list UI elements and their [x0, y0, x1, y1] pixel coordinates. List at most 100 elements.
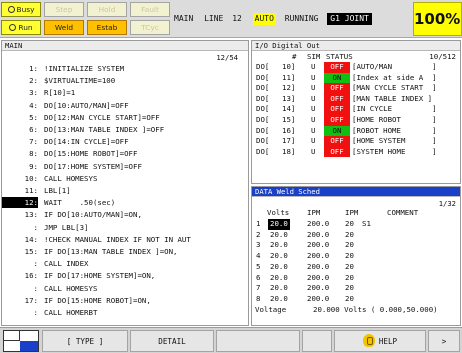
program-line[interactable]: 1: !INITIALIZE SYSTEM	[2, 63, 248, 74]
io-number: 16]	[282, 125, 296, 135]
line-text: CALL HOMERBT	[44, 308, 98, 317]
weld-row[interactable]: 7 20.0 200.0 20	[252, 283, 460, 294]
weld-row[interactable]: 6 20.0 200.0 20	[252, 273, 460, 284]
io-status-badge[interactable]: ON	[324, 72, 350, 84]
program-position: 12/54	[216, 53, 238, 62]
weld-index: 3	[256, 240, 261, 250]
io-type: DO[	[256, 115, 270, 124]
weld-row[interactable]: 3 20.0 200.0 20	[252, 240, 460, 251]
program-line[interactable]: : JMP LBL[3]	[2, 222, 248, 233]
io-row[interactable]: DO[12] U [MAN CYCLE START ] OFF	[252, 83, 460, 94]
io-status-badge[interactable]: OFF	[324, 62, 350, 73]
status-bar: Busy Step Hold Fault Run Weld Estab TCyc…	[0, 0, 462, 38]
function-key-bar: [ TYPE ] DETAIL HELP >	[0, 327, 462, 353]
weld-schedule-panel[interactable]: DATA Weld Sched 1/32 Volts IPM IPM COMME…	[251, 186, 461, 326]
weld-footer: Voltage 20.000 Volts ( 0.000,50.000)	[252, 305, 460, 315]
line-number: 12:	[2, 197, 38, 209]
weld-row[interactable]: 2 20.0 200.0 20	[252, 230, 460, 241]
io-row[interactable]: DO[13] U [MAN TABLE INDEX ] OFF	[252, 93, 460, 105]
line-text: IF DO[15:HOME ROBOT]=ON,	[44, 295, 151, 305]
program-line[interactable]: : CALL HOMERBT	[2, 307, 248, 318]
program-line[interactable]: 6: DO[13:MAN TABLE INDEX ]=OFF	[2, 124, 248, 135]
window-split-icon[interactable]	[3, 330, 39, 352]
f1-type-button[interactable]: [ TYPE ]	[42, 330, 128, 352]
program-line[interactable]: 14: !CHECK MANUAL INDEX IF NOT IN AUT	[2, 234, 248, 245]
program-line[interactable]: 16: IF DO[17:HOME SYSTEM]=ON,	[2, 270, 248, 281]
io-row[interactable]: DO[17] U [HOME SYSTEM ] OFF	[252, 136, 460, 147]
io-sim: U	[311, 83, 316, 93]
io-status-badge[interactable]: OFF	[324, 83, 350, 94]
weld-volts: 20.0	[270, 229, 288, 239]
program-line[interactable]: 11: LBL[1]	[2, 185, 248, 196]
run-circle-icon	[9, 24, 17, 31]
weld-volts: 20.0	[270, 251, 288, 261]
io-header-status: STATUS	[326, 52, 353, 61]
next-page-button[interactable]: >	[428, 330, 460, 352]
io-sim: U	[311, 146, 316, 156]
program-line[interactable]: 15: IF DO[13:MAN TABLE INDEX ]=ON,	[2, 246, 248, 257]
io-row[interactable]: DO[15] U [HOME ROBOT ] OFF	[252, 115, 460, 126]
program-line[interactable]: 10: CALL HOMESYS	[2, 173, 248, 184]
weld-row[interactable]: 4 20.0 200.0 20	[252, 251, 460, 262]
busy-circle-icon	[7, 6, 15, 13]
io-sim: U	[311, 136, 316, 146]
program-line[interactable]: 4: DO[10:AUTO/MAN]=OFF	[2, 100, 248, 111]
weld-header-ipm1: IPM	[307, 208, 321, 217]
io-row[interactable]: DO[14] U [IN CYCLE ] OFF	[252, 104, 460, 115]
io-sim: U	[311, 62, 316, 71]
f4-button[interactable]	[302, 330, 332, 352]
io-type: DO[	[256, 125, 270, 135]
weld-row[interactable]: 1 20.0 200.0 20 S1	[252, 219, 460, 230]
io-status-badge[interactable]: OFF	[324, 146, 350, 158]
program-line[interactable]: 3: R[10]=1	[2, 87, 248, 98]
program-editor-panel[interactable]: MAIN 12/54 1: !INITIALIZE SYSTEM 2: $VIRTUA…	[1, 40, 249, 326]
line-number: 1:	[29, 64, 38, 73]
line-number: 14:	[24, 234, 38, 244]
io-status-badge[interactable]: ON	[324, 125, 350, 137]
line-text: LBL[1]	[44, 186, 71, 195]
weld-header-ipm2: IPM	[345, 208, 359, 217]
line-number: 12	[232, 14, 242, 23]
program-line[interactable]: : CALL INDEX	[2, 258, 248, 269]
line-text: !CHECK MANUAL INDEX IF NOT IN AUT	[44, 234, 191, 244]
weld-row[interactable]: 5 20.0 200.0 20	[252, 262, 460, 273]
weld-row[interactable]: 8 20.0 200.0 20	[252, 294, 460, 305]
line-number: :	[33, 283, 38, 293]
io-comment: [AUTO/MAN ]	[352, 62, 437, 71]
program-line[interactable]: : CALL HOMESYS	[2, 283, 248, 294]
io-digital-out-panel[interactable]: I/O Digital Out # SIM STATUS 10/512 DO[1…	[251, 40, 461, 184]
line-text: DO[17:HOME SYSTEM]=OFF	[44, 161, 142, 171]
voltage-value: 20.000 Volts ( 0.000,50.000)	[313, 305, 438, 314]
program-line[interactable]: 13: IF DO[10:AUTO/MAN]=ON,	[2, 209, 248, 220]
line-text: CALL INDEX	[44, 259, 89, 269]
io-status-badge[interactable]: OFF	[324, 115, 350, 126]
f3-button[interactable]	[216, 330, 300, 352]
program-line[interactable]: 2: $VIRTUALTIME=100	[2, 75, 248, 86]
program-line[interactable]: 17: IF DO[15:HOME ROBOT]=ON,	[2, 295, 248, 306]
io-type: DO[	[256, 62, 270, 71]
io-status-badge[interactable]: OFF	[324, 93, 350, 105]
f2-detail-button[interactable]: DETAIL	[130, 330, 214, 352]
weld-header-comment: COMMENT	[387, 208, 419, 217]
io-status-badge[interactable]: OFF	[324, 136, 350, 147]
io-comment: [Index at side A ]	[352, 72, 437, 82]
program-line[interactable]: 12: WAIT .50(sec)	[2, 197, 248, 209]
io-row[interactable]: DO[18] U [SYSTEM HOME ] OFF	[252, 146, 460, 158]
program-line[interactable]: 7: DO[14:IN CYCLE]=OFF	[2, 136, 248, 147]
f5-help-button[interactable]: HELP	[334, 330, 426, 352]
io-row[interactable]: DO[16] U [ROBOT HOME ] ON	[252, 125, 460, 137]
split-pane-tl	[4, 331, 20, 341]
program-line[interactable]: 8: DO[15:HOME ROBOT]=OFF	[2, 148, 248, 159]
line-text: IF DO[17:HOME SYSTEM]=ON,	[44, 271, 156, 281]
io-row[interactable]: DO[10] U [AUTO/MAN ] OFF	[252, 62, 460, 73]
program-line[interactable]: 5: DO[12:MAN CYCLE START]=OFF	[2, 112, 248, 123]
weld-header: Volts IPM IPM COMMENT	[252, 208, 460, 218]
weld-ipm1: 200.0	[307, 293, 330, 303]
program-line[interactable]: 9: DO[17:HOME SYSTEM]=OFF	[2, 161, 248, 172]
override-percent[interactable]: 100%	[413, 2, 462, 36]
io-sim: U	[311, 72, 316, 82]
weld-volts: 20.0	[270, 261, 288, 271]
io-row[interactable]: DO[11] U [Index at side A ] ON	[252, 72, 460, 84]
io-status-badge[interactable]: OFF	[324, 104, 350, 115]
io-number: 11]	[282, 72, 296, 82]
